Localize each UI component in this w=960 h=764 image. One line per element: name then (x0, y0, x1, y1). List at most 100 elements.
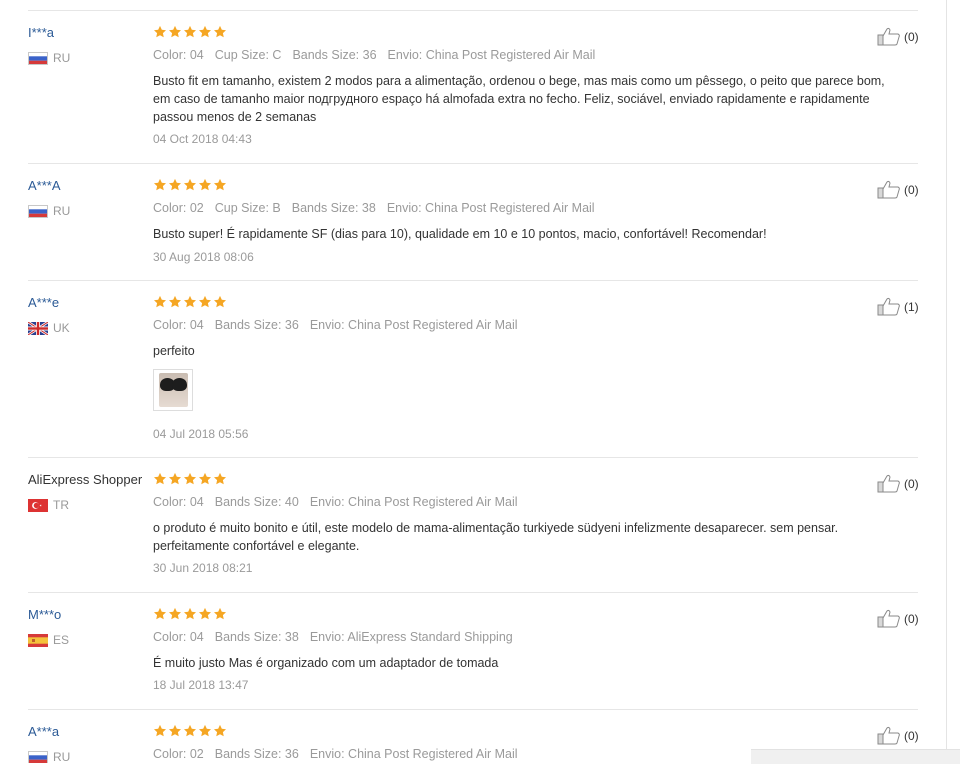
helpful-count: (0) (904, 476, 919, 491)
order-color: Color: 02 (153, 201, 204, 215)
review-item: A***e UK Color: 04 Bands Size: 36 Envio: C… (28, 281, 919, 458)
helpful-button[interactable]: (1) (877, 297, 919, 316)
star-rating (153, 178, 227, 192)
review-item: A***A RU Color: 02 Cup Size: B Bands Size:… (28, 164, 919, 281)
helpful-button[interactable]: (0) (877, 609, 919, 628)
star-icon (168, 25, 182, 39)
star-icon (153, 472, 167, 486)
helpful-button[interactable]: (0) (877, 726, 918, 745)
reviewer-country: ES (28, 633, 69, 647)
order-shipping: Envio: China Post Registered Air Mail (387, 48, 596, 62)
star-rating (153, 724, 227, 738)
helpful-count: (0) (904, 29, 919, 44)
star-icon (213, 25, 227, 39)
order-details: Color: 04 Bands Size: 36 Envio: China Post… (153, 318, 529, 332)
country-code: ES (53, 633, 70, 647)
star-icon (198, 724, 212, 738)
star-icon (213, 472, 227, 486)
star-icon (168, 178, 182, 192)
order-details: Color: 02 Bands Size: 36 Envio: China Post… (153, 747, 529, 761)
star-icon (183, 295, 197, 309)
review-text: perfeito (153, 344, 195, 358)
star-icon (198, 178, 212, 192)
star-icon (153, 25, 167, 39)
star-rating (153, 295, 227, 309)
order-details: Color: 04 Bands Size: 40 Envio: China Post… (153, 495, 529, 509)
order-details: Color: 02 Cup Size: B Bands Size: 38 Envio:… (153, 201, 606, 215)
review-date: 04 Oct 2018 04:43 (153, 132, 252, 146)
country-code: RU (53, 51, 71, 65)
order-band-size: Bands Size: 38 (214, 630, 299, 644)
horizontal-scrollbar[interactable] (751, 749, 960, 764)
star-icon (183, 472, 197, 486)
bra-cup-shape (172, 378, 187, 391)
order-cup-size: Cup Size: C (214, 48, 282, 62)
star-icon (183, 178, 197, 192)
order-color: Color: 04 (153, 318, 204, 332)
order-color: Color: 04 (153, 48, 204, 62)
reviewer-name[interactable]: A***a (28, 724, 152, 739)
thumbs-up-icon (877, 297, 901, 316)
order-color: Color: 04 (153, 630, 204, 644)
review-photo-image (159, 373, 188, 407)
order-band-size: Bands Size: 38 (291, 201, 376, 215)
country-code: RU (53, 750, 71, 763)
ru-flag-icon (28, 750, 48, 763)
review-date: 30 Aug 2018 08:06 (153, 250, 254, 264)
star-icon (213, 724, 227, 738)
order-band-size: Bands Size: 36 (292, 48, 377, 62)
order-band-size: Bands Size: 36 (214, 747, 299, 761)
order-shipping: Envio: China Post Registered Air Mail (309, 318, 518, 332)
reviewer-name[interactable]: A***e (28, 295, 152, 310)
star-icon (198, 25, 212, 39)
thumbs-up-icon (877, 726, 901, 745)
star-icon (213, 295, 227, 309)
review-text: Busto fit em tamanho, existem 2 modos pa… (153, 74, 885, 124)
order-shipping: Envio: China Post Registered Air Mail (309, 747, 518, 761)
review-text: É muito justo Mas é organizado com um ad… (153, 656, 499, 670)
helpful-button[interactable]: (0) (877, 474, 919, 493)
helpful-button[interactable]: (0) (877, 180, 919, 199)
star-icon (153, 607, 167, 621)
thumbs-up-icon (877, 27, 901, 46)
ru-flag-icon (28, 204, 48, 218)
star-icon (198, 295, 212, 309)
es-flag-icon (28, 633, 48, 647)
star-icon (153, 178, 167, 192)
helpful-count: (0) (904, 182, 919, 197)
review-text: o produto é muito bonito e útil, este mo… (153, 521, 839, 553)
order-cup-size: Cup Size: B (214, 201, 281, 215)
reviewer-name: AliExpress Shopper (28, 472, 143, 487)
order-shipping: Envio: AliExpress Standard Shipping (309, 630, 513, 644)
review-date: 18 Jul 2018 13:47 (153, 678, 249, 692)
thumbs-up-icon (877, 474, 901, 493)
review-photo-thumbnail[interactable] (153, 369, 193, 411)
country-code: UK (53, 321, 70, 335)
reviewer-name[interactable]: A***A (28, 178, 152, 193)
helpful-count: (1) (904, 299, 919, 314)
tr-flag-icon (28, 498, 48, 512)
helpful-button[interactable]: (0) (877, 27, 919, 46)
review-item: AliExpress Shopper TR Color: 04 Bands Siz… (28, 458, 919, 593)
country-code: TR (53, 498, 69, 512)
reviewer-country: UK (28, 321, 70, 335)
ru-flag-icon (28, 51, 48, 65)
star-icon (183, 25, 197, 39)
star-icon (168, 472, 182, 486)
order-color: Color: 02 (153, 747, 204, 761)
order-details: Color: 04 Cup Size: C Bands Size: 36 Envio:… (153, 48, 606, 62)
reviewer-name[interactable]: I***a (28, 25, 152, 40)
reviewer-name[interactable]: M***o (28, 607, 152, 622)
thumbs-up-icon (877, 609, 901, 628)
star-rating (153, 607, 227, 621)
order-band-size: Bands Size: 40 (214, 495, 299, 509)
country-code: RU (53, 204, 71, 218)
review-item: M***o ES Color: 04 Bands Size: 38 Envio: A… (28, 593, 919, 710)
order-band-size: Bands Size: 36 (214, 318, 299, 332)
star-icon (168, 607, 182, 621)
order-details: Color: 04 Bands Size: 38 Envio: AliExpress… (153, 630, 524, 644)
helpful-count: (0) (904, 611, 919, 626)
order-shipping: Envio: China Post Registered Air Mail (386, 201, 595, 215)
reviewer-country: RU (28, 51, 70, 65)
star-rating (153, 25, 227, 39)
